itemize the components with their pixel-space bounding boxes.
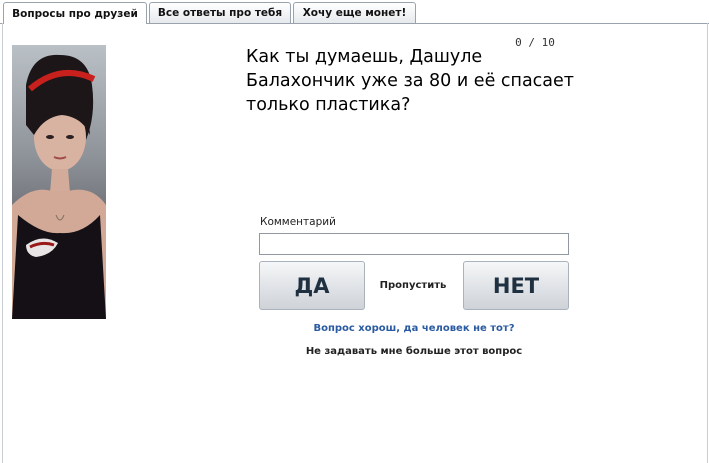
skip-link[interactable]: Пропустить bbox=[367, 280, 459, 291]
wrong-person-link[interactable]: Вопрос хорош, да человек не тот? bbox=[259, 323, 569, 334]
tab-questions-about-friends[interactable]: Вопросы про друзей bbox=[3, 2, 147, 24]
friend-photo bbox=[12, 45, 106, 319]
question-text: Как ты думаешь, Дашуле Балахончик уже за… bbox=[246, 47, 574, 115]
comment-input[interactable] bbox=[259, 233, 569, 255]
tab-want-more-coins[interactable]: Хочу еще монет! bbox=[293, 2, 416, 23]
tab-all-answers-about-you[interactable]: Все ответы про тебя bbox=[149, 2, 291, 23]
yes-button[interactable]: ДА bbox=[259, 261, 365, 310]
never-ask-link[interactable]: Не задавать мне больше этот вопрос bbox=[259, 346, 569, 357]
tab-bar: Вопросы про друзей Все ответы про тебя Х… bbox=[0, 0, 709, 24]
no-button[interactable]: НЕТ bbox=[463, 261, 569, 310]
comment-label: Комментарий bbox=[260, 216, 336, 228]
